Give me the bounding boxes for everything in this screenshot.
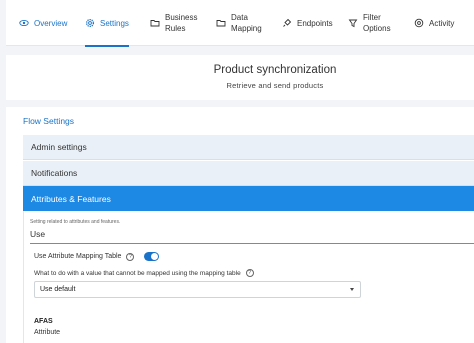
- tab-business-rules[interactable]: Business Rules: [150, 0, 199, 46]
- flow-settings-card: Flow Settings Admin settings Notificatio…: [6, 107, 474, 343]
- tab-label: Data Mapping: [231, 13, 262, 33]
- accordion-label: Admin settings: [31, 142, 87, 152]
- use-heading: Use: [30, 229, 46, 239]
- tab-label: Activity: [429, 18, 455, 28]
- activity-icon: [414, 18, 424, 28]
- accordion-admin-settings[interactable]: Admin settings: [23, 135, 474, 160]
- mapping-table-row: Use Attribute Mapping Table ?: [34, 252, 160, 261]
- tab-label: Endpoints: [297, 18, 333, 28]
- tab-data-mapping[interactable]: Data Mapping: [216, 0, 265, 46]
- unmapped-question-label: What to do with a value that cannot be m…: [34, 269, 241, 277]
- section-hint: Setting related to attributes and featur…: [30, 219, 121, 225]
- afas-label: AFAS: [34, 318, 53, 325]
- tab-filter-options[interactable]: Filter Options: [348, 0, 395, 46]
- tab-endpoints[interactable]: Endpoints: [282, 0, 333, 46]
- flow-subtitle: Retrieve and send products: [226, 81, 324, 90]
- tab-label: Overview: [34, 18, 68, 28]
- tab-bar: Overview Settings Business Rules Data Ma…: [6, 0, 474, 47]
- select-value: Use default: [40, 286, 76, 293]
- tab-label: Settings: [100, 18, 129, 28]
- folder-icon: [216, 18, 226, 28]
- chevron-down-icon: [350, 288, 354, 291]
- mapping-table-toggle[interactable]: [144, 252, 160, 261]
- accordion-notifications[interactable]: Notifications: [23, 161, 474, 186]
- flow-settings-title: Flow Settings: [23, 116, 75, 126]
- accordion-label: Attributes & Features: [31, 193, 111, 204]
- flow-title: Product synchronization: [213, 64, 337, 76]
- help-icon[interactable]: ?: [126, 252, 135, 261]
- folder-icon: [150, 18, 160, 28]
- mapping-table-label: Use Attribute Mapping Table: [34, 253, 122, 260]
- tab-label: Filter Options: [363, 13, 391, 33]
- plug-icon: [282, 18, 292, 28]
- accordion-label: Notifications: [31, 168, 78, 178]
- tab-activity[interactable]: Activity: [414, 0, 454, 46]
- attribute-label: Attribute: [34, 329, 61, 336]
- attributes-section-body: Setting related to attributes and featur…: [23, 211, 474, 343]
- help-icon[interactable]: ?: [245, 269, 254, 277]
- tab-settings[interactable]: Settings: [85, 0, 129, 47]
- flow-header: Product synchronization Retrieve and sen…: [6, 55, 474, 100]
- unmapped-row: What to do with a value that cannot be m…: [34, 269, 254, 277]
- filter-icon: [348, 18, 358, 28]
- accordion-attributes-features[interactable]: Attributes & Features: [23, 186, 474, 211]
- divider: [30, 243, 474, 244]
- gear-icon: [85, 18, 95, 28]
- tab-label: Business Rules: [165, 13, 198, 33]
- unmapped-value-select[interactable]: Use default: [34, 281, 361, 298]
- eye-icon: [19, 18, 29, 28]
- tab-overview[interactable]: Overview: [19, 0, 67, 46]
